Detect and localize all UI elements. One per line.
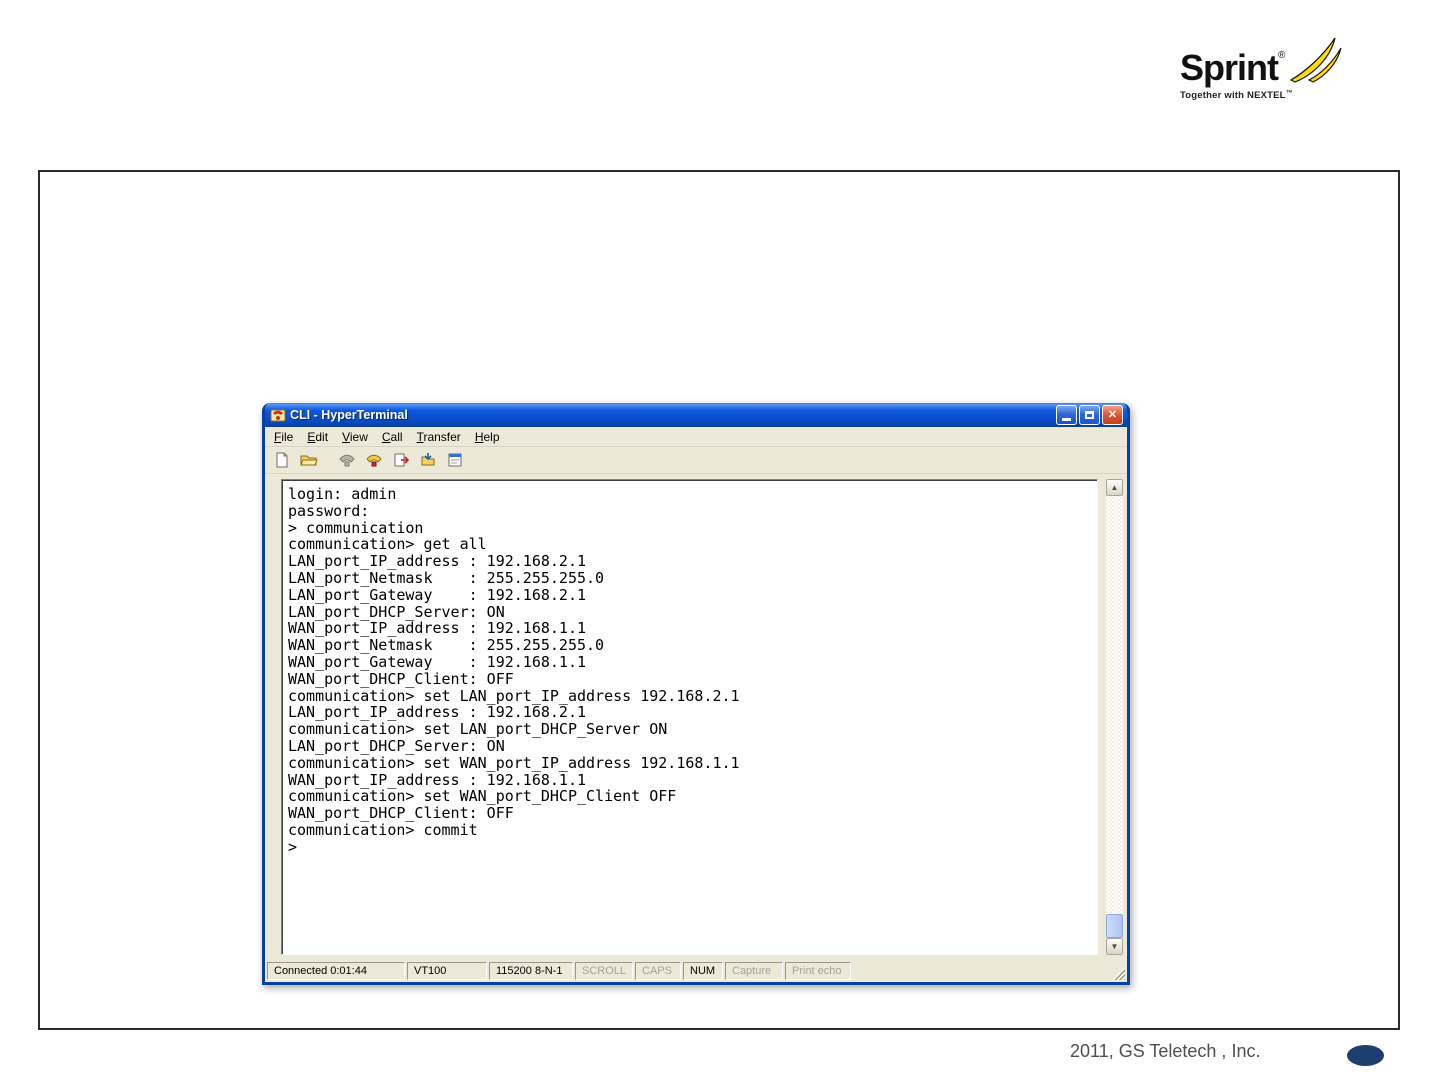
status-scroll: SCROLL: [575, 962, 633, 980]
minimize-icon: [1062, 418, 1071, 421]
resize-grip[interactable]: [1109, 964, 1125, 980]
call-phone-icon: [366, 454, 382, 467]
page-number-ellipse: [1347, 1045, 1384, 1066]
menu-call[interactable]: Call: [375, 428, 410, 446]
call-disabled-icon: [339, 454, 355, 467]
hyperterminal-app-icon: [270, 409, 286, 422]
call-button[interactable]: [362, 449, 386, 472]
sprint-brand-mark: ®: [1278, 50, 1286, 61]
sprint-wing-icon: [1290, 37, 1342, 83]
vertical-scrollbar[interactable]: ▲ ▼: [1106, 479, 1123, 955]
new-file-icon: [276, 452, 288, 468]
sprint-tagline: Together with NEXTEL™: [1180, 90, 1293, 101]
footer-credit: 2011, GS Teletech , Inc.: [1070, 1041, 1261, 1061]
status-bar: Connected 0:01:44 VT100 115200 8-N-1 SCR…: [265, 960, 1127, 982]
client-area: login: admin password: > communication c…: [265, 474, 1127, 960]
menu-view[interactable]: View: [335, 428, 375, 446]
status-print-echo: Print echo: [785, 962, 851, 980]
receive-file-button[interactable]: [416, 449, 440, 472]
status-settings: 115200 8-N-1: [489, 962, 573, 980]
menu-bar: File Edit View Call Transfer Help: [265, 427, 1127, 447]
slide-page: Sprint® Together with NEXTEL™ CLI - Hype…: [0, 0, 1436, 1078]
window-titlebar[interactable]: CLI - HyperTerminal ✕: [265, 403, 1127, 427]
terminal-viewport[interactable]: login: admin password: > communication c…: [281, 479, 1098, 955]
scroll-up-icon: ▲: [1110, 483, 1119, 492]
receive-file-icon: [421, 453, 435, 466]
scroll-down-button[interactable]: ▼: [1106, 938, 1123, 955]
sprint-brand-text: Sprint: [1180, 47, 1279, 88]
status-emulation: VT100: [407, 962, 487, 980]
send-file-button[interactable]: [389, 449, 413, 472]
menu-transfer[interactable]: Transfer: [410, 428, 468, 446]
close-icon: ✕: [1107, 408, 1118, 421]
close-button[interactable]: ✕: [1102, 405, 1123, 425]
window-title: CLI - HyperTerminal: [290, 408, 408, 422]
status-caps: CAPS: [635, 962, 681, 980]
scroll-down-icon: ▼: [1110, 942, 1119, 951]
toolbar: [265, 447, 1127, 474]
status-num: NUM: [683, 962, 723, 980]
call-disabled-button[interactable]: [335, 449, 359, 472]
sprint-logo: Sprint® Together with NEXTEL™: [1180, 34, 1365, 110]
send-file-icon: [394, 453, 409, 467]
scrollbar-thumb[interactable]: [1106, 914, 1123, 938]
menu-help[interactable]: Help: [468, 428, 507, 446]
hyperterminal-window: CLI - HyperTerminal ✕ File Edit View Cal…: [262, 403, 1130, 985]
scroll-up-button[interactable]: ▲: [1106, 479, 1123, 496]
open-folder-icon: [300, 455, 318, 466]
properties-icon: [448, 453, 462, 467]
status-capture: Capture: [725, 962, 783, 980]
status-connection: Connected 0:01:44: [267, 962, 405, 980]
terminal-output[interactable]: login: admin password: > communication c…: [288, 486, 1093, 856]
properties-button[interactable]: [443, 449, 467, 472]
menu-edit[interactable]: Edit: [300, 428, 335, 446]
maximize-button[interactable]: [1079, 405, 1100, 425]
open-connection-button[interactable]: [297, 449, 321, 472]
scrollbar-track[interactable]: [1106, 496, 1123, 938]
status-spacer: [853, 962, 1107, 980]
menu-file[interactable]: File: [267, 428, 300, 446]
minimize-button[interactable]: [1056, 405, 1077, 425]
new-connection-button[interactable]: [270, 449, 294, 472]
maximize-icon: [1085, 411, 1094, 419]
